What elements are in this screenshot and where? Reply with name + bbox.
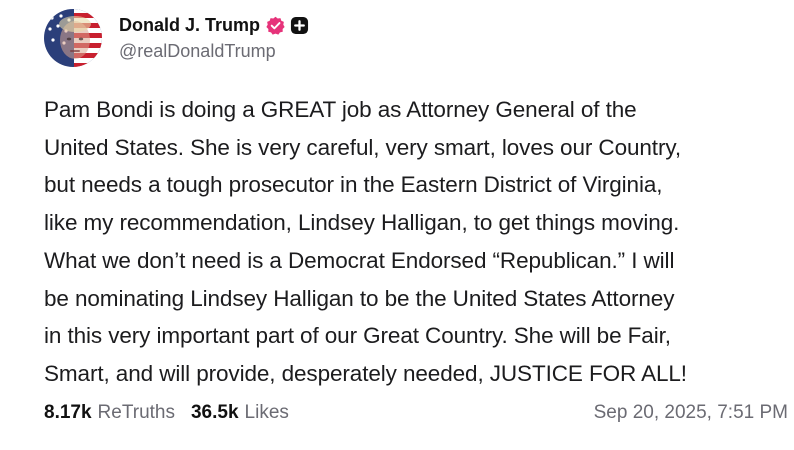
post-card: Donald J. Trump @realDonaldTrump Pam Bon… (0, 0, 794, 450)
handle[interactable]: @realDonaldTrump (119, 41, 309, 62)
verified-badge-icon (266, 16, 285, 35)
plus-badge-icon (290, 16, 309, 35)
post-timestamp[interactable]: Sep 20, 2025, 7:51 PM (594, 402, 788, 424)
name-row: Donald J. Trump (119, 12, 309, 38)
post-header: Donald J. Trump @realDonaldTrump (44, 8, 309, 68)
avatar[interactable] (44, 9, 102, 67)
avatar-image (44, 9, 102, 67)
display-name[interactable]: Donald J. Trump (119, 15, 260, 36)
retruths-stat[interactable]: 8.17k ReTruths (44, 402, 175, 424)
retruths-label: ReTruths (97, 402, 175, 423)
post-text: Pam Bondi is doing a GREAT job as Attorn… (44, 97, 687, 386)
likes-label: Likes (244, 402, 289, 423)
likes-stat[interactable]: 36.5k Likes (191, 402, 289, 424)
post-footer: 8.17k ReTruths 36.5k Likes Sep 20, 2025,… (44, 398, 788, 428)
retruths-count: 8.17k (44, 402, 92, 423)
author-identity: Donald J. Trump @realDonaldTrump (119, 12, 309, 62)
likes-count: 36.5k (190, 402, 239, 423)
